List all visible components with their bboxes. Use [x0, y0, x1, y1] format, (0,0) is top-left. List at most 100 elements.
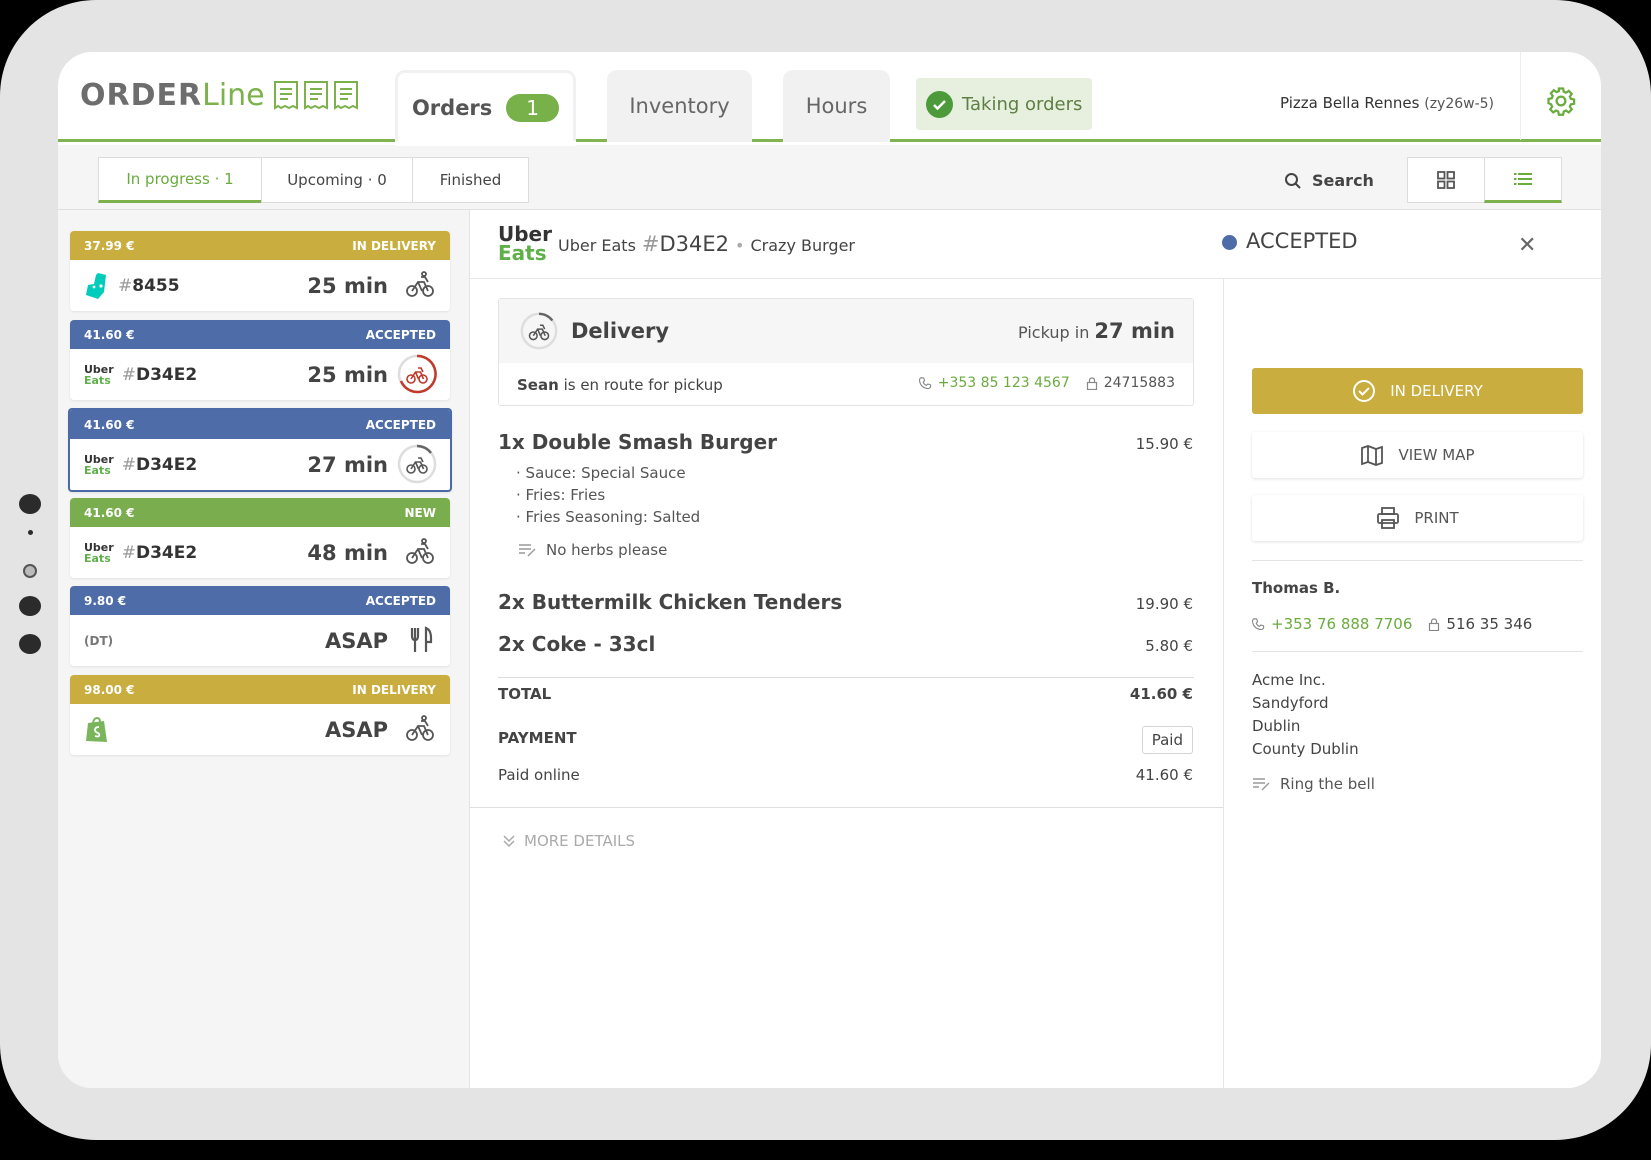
order-time: ASAP — [324, 717, 388, 742]
order-card-header: 41.60 € ACCEPTED — [70, 410, 450, 439]
delivery-panel: Delivery Pickup in 27 min Sean is en rou… — [498, 298, 1194, 406]
order-price: 9.80 € — [84, 593, 127, 608]
note-icon — [519, 544, 536, 557]
order-id: #D34E2 — [121, 364, 198, 385]
paid-badge: Paid — [1141, 726, 1193, 754]
order-id: #D34E2 — [121, 454, 198, 475]
logo-line-text: Line — [202, 78, 265, 113]
courier-phone[interactable]: +353 85 123 4567 — [938, 375, 1070, 391]
tab-inventory-label: Inventory — [629, 94, 730, 118]
list-view-button[interactable] — [1484, 157, 1562, 203]
shopify-logo-icon — [86, 716, 107, 742]
order-status: ACCEPTED — [365, 593, 436, 608]
uber-eats-logo-icon: Uber Eats — [84, 452, 114, 477]
order-price: 41.60 € — [84, 417, 135, 432]
view-map-button[interactable]: VIEW MAP — [1252, 432, 1583, 478]
orders-count-badge: 1 — [506, 93, 560, 122]
check-icon — [926, 90, 953, 118]
order-card-header: 98.00 € IN DELIVERY — [70, 675, 450, 704]
pickup-time: Pickup in 27 min — [1018, 319, 1175, 343]
printer-icon — [1377, 507, 1400, 529]
uber-eats-logo-icon: Uber Eats — [498, 222, 552, 265]
item-title: 1x Double Smash Burger — [498, 430, 777, 454]
item-note: No herbs please — [518, 541, 667, 559]
orderline-logo: ORDER Line — [80, 78, 361, 113]
filter-finished[interactable]: Finished — [412, 157, 529, 203]
grid-icon — [1437, 171, 1455, 189]
tab-inventory[interactable]: Inventory — [607, 70, 752, 142]
note-icon — [1253, 778, 1270, 791]
order-card[interactable]: 9.80 € ACCEPTED (DT) ASAP — [70, 586, 450, 666]
customer-phone[interactable]: +353 76 888 7706 — [1271, 615, 1412, 633]
uber-eats-logo-icon: Uber Eats — [84, 362, 114, 387]
order-price: 41.60 € — [84, 327, 135, 342]
tablet-frame: ORDER Line Orders 1 Inventory Hours Taki… — [0, 0, 1651, 1140]
phone-icon — [918, 376, 931, 389]
tab-hours[interactable]: Hours — [783, 70, 890, 142]
camera-dot — [19, 494, 41, 514]
bike-timer-red-icon — [397, 354, 437, 394]
order-card-selected[interactable]: 41.60 € ACCEPTED Uber Eats #D34E2 27 min — [68, 408, 452, 492]
order-card[interactable]: 41.60 € NEW Uber Eats #D34E2 48 min — [70, 498, 450, 578]
tab-orders-label: Orders — [411, 95, 493, 120]
search-button[interactable]: Search — [1284, 171, 1374, 190]
order-card[interactable]: 98.00 € IN DELIVERY ASAP — [70, 675, 450, 755]
print-button[interactable]: PRINT — [1252, 495, 1583, 541]
chevron-double-down-icon — [503, 835, 515, 848]
order-card[interactable]: 37.99 € IN DELIVERY #8455 25 min — [70, 231, 450, 311]
courier-code: 24715883 — [1103, 375, 1175, 391]
order-price: 41.60 € — [84, 505, 135, 520]
paid-online-label: Paid online — [498, 766, 580, 784]
camera-dot — [19, 634, 41, 654]
in-delivery-button[interactable]: IN DELIVERY — [1252, 368, 1583, 414]
divider — [1252, 651, 1583, 652]
detail-header: Uber Eats Uber Eats #D34E2 • Crazy Burger… — [470, 210, 1601, 279]
close-icon[interactable]: ✕ — [1518, 233, 1536, 258]
order-card[interactable]: 41.60 € ACCEPTED Uber Eats #D34E2 25 min — [70, 320, 450, 400]
store-name: Pizza Bella Rennes (zy26w-5) — [1280, 94, 1494, 112]
order-id: #8455 — [118, 275, 180, 296]
item-price: 19.90 € — [1135, 595, 1193, 613]
order-time: 25 min — [307, 362, 388, 387]
order-status-label: ACCEPTED — [1246, 229, 1358, 253]
payment-label: PAYMENT — [498, 729, 577, 747]
check-circle-icon — [1353, 380, 1376, 402]
order-status: ACCEPTED — [365, 417, 436, 432]
order-detail: Delivery Pickup in 27 min Sean is en rou… — [470, 210, 1223, 1088]
divider — [498, 677, 1194, 678]
order-price: 98.00 € — [84, 682, 135, 697]
lock-icon — [1429, 617, 1440, 631]
filter-in-progress[interactable]: In progress · 1 — [98, 157, 262, 203]
delivery-title: Delivery — [571, 319, 670, 343]
platform-name: Uber Eats — [558, 236, 636, 255]
grid-view-button[interactable] — [1407, 157, 1485, 203]
bike-timer-icon — [520, 312, 558, 350]
filter-label: In progress · 1 — [126, 170, 234, 188]
customer-note: Ring the bell — [1280, 775, 1375, 793]
tab-orders[interactable]: Orders 1 — [395, 70, 576, 146]
item-title: 2x Coke - 33cl — [498, 632, 656, 656]
order-list: 37.99 € IN DELIVERY #8455 25 min 41.60 € A… — [58, 210, 470, 1088]
receipts-icon — [273, 80, 358, 110]
total-value: 41.60 € — [1129, 685, 1193, 703]
separator-dot: • — [735, 236, 745, 255]
gear-icon[interactable] — [1546, 86, 1576, 120]
top-bar: ORDER Line Orders 1 Inventory Hours Taki… — [58, 52, 1601, 146]
order-card-header: 9.80 € ACCEPTED — [70, 586, 450, 615]
bike-icon — [406, 538, 434, 564]
item-modifier: · Fries: Fries — [516, 486, 606, 504]
more-details-button[interactable]: MORE DETAILS — [502, 832, 635, 850]
filter-upcoming[interactable]: Upcoming · 0 — [261, 157, 413, 203]
order-time: ASAP — [324, 628, 388, 653]
address-line: Acme Inc. — [1252, 671, 1326, 689]
address-line: Sandyford — [1252, 694, 1329, 712]
order-time: 48 min — [307, 540, 388, 565]
deliveroo-logo-icon — [86, 272, 106, 299]
store-name-text: Pizza Bella Rennes — [1280, 94, 1420, 112]
filter-label: Finished — [439, 171, 502, 189]
status-dot — [1222, 235, 1237, 250]
tab-hours-label: Hours — [805, 94, 868, 118]
taking-orders-toggle[interactable]: Taking orders — [916, 78, 1092, 130]
address-line: County Dublin — [1252, 740, 1359, 758]
sensor-ring — [23, 564, 37, 578]
